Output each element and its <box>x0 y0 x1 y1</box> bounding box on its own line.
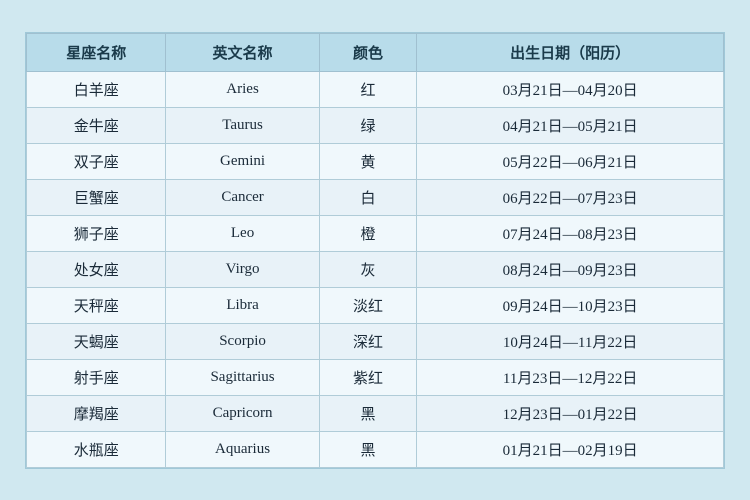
table-row: 射手座Sagittarius紫红11月23日—12月22日 <box>27 359 724 395</box>
table-row: 天秤座Libra淡红09月24日—10月23日 <box>27 287 724 323</box>
table-header-row: 星座名称 英文名称 颜色 出生日期（阳历） <box>27 33 724 71</box>
cell-chinese: 金牛座 <box>27 107 166 143</box>
cell-english: Cancer <box>166 179 319 215</box>
cell-date: 08月24日—09月23日 <box>417 251 724 287</box>
table-row: 金牛座Taurus绿04月21日—05月21日 <box>27 107 724 143</box>
cell-date: 07月24日—08月23日 <box>417 215 724 251</box>
cell-english: Sagittarius <box>166 359 319 395</box>
cell-english: Gemini <box>166 143 319 179</box>
cell-chinese: 射手座 <box>27 359 166 395</box>
cell-chinese: 巨蟹座 <box>27 179 166 215</box>
cell-date: 09月24日—10月23日 <box>417 287 724 323</box>
header-chinese: 星座名称 <box>27 33 166 71</box>
cell-color: 灰 <box>319 251 417 287</box>
cell-date: 11月23日—12月22日 <box>417 359 724 395</box>
cell-color: 黑 <box>319 431 417 467</box>
cell-chinese: 狮子座 <box>27 215 166 251</box>
cell-color: 深红 <box>319 323 417 359</box>
table-body: 白羊座Aries红03月21日—04月20日金牛座Taurus绿04月21日—0… <box>27 71 724 467</box>
cell-chinese: 天蝎座 <box>27 323 166 359</box>
cell-chinese: 处女座 <box>27 251 166 287</box>
cell-english: Capricorn <box>166 395 319 431</box>
cell-date: 01月21日—02月19日 <box>417 431 724 467</box>
cell-color: 淡红 <box>319 287 417 323</box>
table-row: 双子座Gemini黄05月22日—06月21日 <box>27 143 724 179</box>
cell-chinese: 摩羯座 <box>27 395 166 431</box>
cell-color: 黄 <box>319 143 417 179</box>
header-english: 英文名称 <box>166 33 319 71</box>
cell-english: Aquarius <box>166 431 319 467</box>
header-date: 出生日期（阳历） <box>417 33 724 71</box>
cell-english: Leo <box>166 215 319 251</box>
zodiac-table: 星座名称 英文名称 颜色 出生日期（阳历） 白羊座Aries红03月21日—04… <box>26 33 724 468</box>
table-row: 巨蟹座Cancer白06月22日—07月23日 <box>27 179 724 215</box>
cell-color: 绿 <box>319 107 417 143</box>
cell-date: 12月23日—01月22日 <box>417 395 724 431</box>
cell-english: Aries <box>166 71 319 107</box>
cell-color: 红 <box>319 71 417 107</box>
table-row: 天蝎座Scorpio深红10月24日—11月22日 <box>27 323 724 359</box>
cell-color: 橙 <box>319 215 417 251</box>
cell-color: 紫红 <box>319 359 417 395</box>
cell-date: 04月21日—05月21日 <box>417 107 724 143</box>
table-row: 白羊座Aries红03月21日—04月20日 <box>27 71 724 107</box>
cell-chinese: 天秤座 <box>27 287 166 323</box>
cell-date: 03月21日—04月20日 <box>417 71 724 107</box>
cell-color: 白 <box>319 179 417 215</box>
cell-english: Virgo <box>166 251 319 287</box>
table-row: 摩羯座Capricorn黑12月23日—01月22日 <box>27 395 724 431</box>
cell-date: 10月24日—11月22日 <box>417 323 724 359</box>
cell-english: Taurus <box>166 107 319 143</box>
cell-english: Libra <box>166 287 319 323</box>
cell-chinese: 双子座 <box>27 143 166 179</box>
table-row: 狮子座Leo橙07月24日—08月23日 <box>27 215 724 251</box>
cell-date: 05月22日—06月21日 <box>417 143 724 179</box>
cell-chinese: 水瓶座 <box>27 431 166 467</box>
zodiac-table-container: 星座名称 英文名称 颜色 出生日期（阳历） 白羊座Aries红03月21日—04… <box>25 32 725 469</box>
table-row: 水瓶座Aquarius黑01月21日—02月19日 <box>27 431 724 467</box>
table-row: 处女座Virgo灰08月24日—09月23日 <box>27 251 724 287</box>
cell-color: 黑 <box>319 395 417 431</box>
cell-chinese: 白羊座 <box>27 71 166 107</box>
header-color: 颜色 <box>319 33 417 71</box>
cell-english: Scorpio <box>166 323 319 359</box>
cell-date: 06月22日—07月23日 <box>417 179 724 215</box>
